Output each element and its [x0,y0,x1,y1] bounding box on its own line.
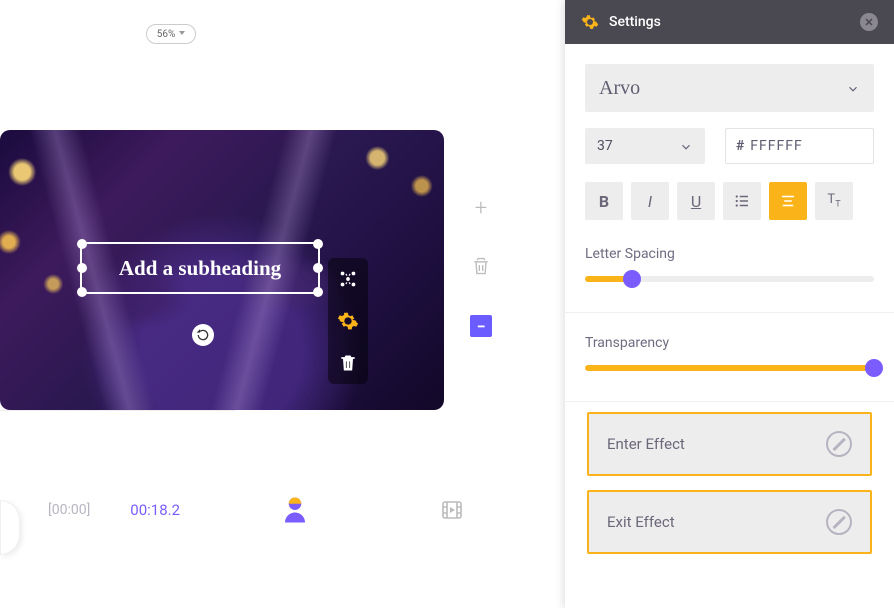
resize-handle-tl[interactable] [77,239,87,249]
gear-icon [581,13,599,31]
close-button[interactable]: ✕ [860,13,878,31]
align-center-icon [779,192,797,210]
ungroup-button[interactable] [337,268,359,290]
enter-effect-label: Enter Effect [607,435,685,453]
ungroup-icon [337,268,359,290]
bold-icon: B [599,192,609,211]
resize-handle-mr[interactable] [313,263,323,273]
settings-header: Settings ✕ [565,0,894,44]
effect-group: Enter Effect Exit Effect [565,402,894,554]
bold-button[interactable]: B [585,182,623,220]
settings-title: Settings [609,14,661,30]
trash-outline-icon [471,255,491,277]
resize-handle-br[interactable] [313,287,323,297]
film-icon [440,498,464,522]
close-icon: ✕ [864,16,873,29]
resize-handle-tr[interactable] [313,239,323,249]
editor-stage: 56% Add a subheading + [0,0,565,608]
rotate-icon [196,328,210,342]
color-hex: FFFFFF [750,138,802,154]
slider-fill [585,365,874,371]
transparency-slider[interactable] [585,365,874,371]
text-case-button[interactable]: TT [815,182,853,220]
delete-button[interactable] [337,352,359,374]
font-select[interactable]: Arvo [585,64,874,112]
timecode-start: [00:00] [48,502,90,518]
rotate-handle[interactable] [192,324,214,346]
letter-spacing-label: Letter Spacing [585,246,874,262]
italic-button[interactable]: I [631,182,669,220]
text-case-icon: TT [827,192,840,210]
zoom-control[interactable]: 56% [146,24,196,44]
add-button[interactable]: + [475,196,487,221]
slider-knob[interactable] [623,270,641,288]
settings-body: Arvo 37 # FFFFFF B I U TT [565,44,894,371]
resize-handle-ml[interactable] [77,263,87,273]
person-icon [280,495,310,525]
subheading-text: Add a subheading [119,256,281,281]
slider-knob[interactable] [865,359,883,377]
video-track-button[interactable] [440,494,464,526]
font-size-value: 37 [597,138,613,154]
italic-icon: I [648,192,652,211]
none-icon [826,509,852,535]
chevron-down-icon [846,81,860,95]
exit-effect-button[interactable]: Exit Effect [587,490,872,554]
underline-icon: U [691,192,701,211]
delete-layer-button[interactable] [471,255,491,281]
trash-icon [338,353,358,373]
settings-panel: Settings ✕ Arvo 37 # FFFFFF B I U [565,0,894,608]
gear-icon [337,310,359,332]
underline-button[interactable]: U [677,182,715,220]
user-track-button[interactable] [280,494,310,526]
selection-toolbar [328,258,368,384]
letter-spacing-slider[interactable] [585,276,874,282]
font-size-select[interactable]: 37 [585,128,705,164]
format-row: B I U TT [585,182,874,220]
align-center-button[interactable] [769,182,807,220]
timeline: [00:00] 00:18.2 [0,410,236,608]
font-name: Arvo [599,77,640,100]
color-input[interactable]: # FFFFFF [725,128,874,164]
subheading-textbox[interactable]: Add a subheading [80,242,320,294]
none-icon [826,431,852,457]
canvas-side-tools: + − [466,196,496,337]
transparency-label: Transparency [585,335,874,351]
hash-symbol: # [736,138,744,154]
resize-handle-bl[interactable] [77,287,87,297]
exit-effect-label: Exit Effect [607,513,675,531]
list-button[interactable] [723,182,761,220]
timecode-current[interactable]: 00:18.2 [130,501,180,519]
chevron-down-icon [679,139,693,153]
divider [565,312,894,313]
enter-effect-button[interactable]: Enter Effect [587,412,872,476]
layer-button[interactable]: − [470,315,492,337]
zoom-value: 56% [157,29,176,40]
slider-fill [585,276,628,282]
list-icon [733,192,751,210]
settings-button[interactable] [337,310,359,332]
